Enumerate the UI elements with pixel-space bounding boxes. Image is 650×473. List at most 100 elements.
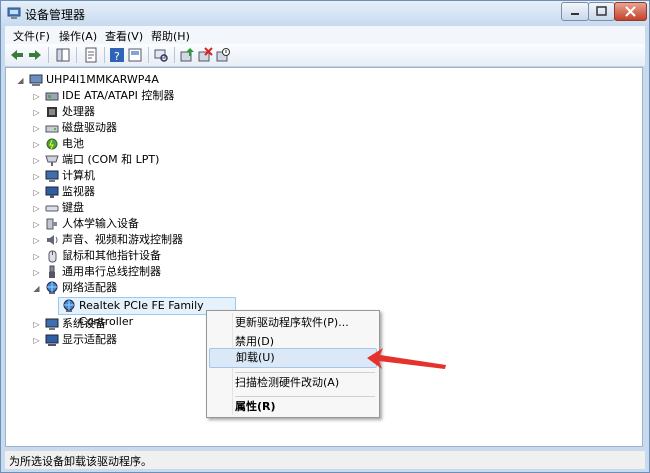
scan-icon[interactable]: [153, 47, 169, 63]
tree-category[interactable]: ▷ 计算机: [32, 168, 282, 184]
tree-category-expanded[interactable]: ◢ 网络适配器: [32, 280, 282, 296]
menu-help[interactable]: 帮助(H): [151, 28, 190, 44]
toolbar-separator: [174, 47, 175, 63]
tree-category[interactable]: ▷ 处理器: [32, 104, 282, 120]
tree-category[interactable]: ▷ 人体学输入设备: [32, 216, 282, 232]
annotation-arrow-icon: [367, 348, 446, 369]
status-bar: 为所选设备卸载该驱动程序。: [5, 450, 645, 469]
processor-icon: [47, 107, 57, 117]
device-manager-window: 设备管理器 文件(F) 操作(A) 查看(V) 帮助(H) ? ◢ UHP4I1…: [0, 0, 650, 473]
tree-category[interactable]: ▷ 键盘: [32, 200, 282, 216]
tree-category[interactable]: ▷ 系统设备: [32, 316, 182, 332]
minimize-icon: [571, 13, 579, 15]
collapse-arrow-icon[interactable]: ◢: [32, 284, 41, 293]
tree-category[interactable]: ▷ 显示适配器: [32, 332, 182, 348]
watermark-url: zhinan.sogou.com: [471, 429, 606, 444]
tree-category-label: 处理器: [62, 105, 95, 118]
expand-arrow-icon[interactable]: ▷: [32, 92, 41, 101]
battery-icon: [46, 138, 58, 150]
minimize-button[interactable]: [561, 2, 589, 21]
usb-icon: [49, 265, 55, 278]
menu-item-properties[interactable]: 属性(R): [209, 397, 377, 417]
expand-arrow-icon[interactable]: ▷: [32, 124, 41, 133]
disable-icon[interactable]: [215, 47, 231, 63]
maximize-icon: [596, 6, 607, 16]
expand-arrow-icon[interactable]: ▷: [32, 320, 41, 329]
toolbar: ?: [5, 44, 645, 67]
expand-arrow-icon[interactable]: ▷: [32, 172, 41, 181]
expand-arrow-icon[interactable]: ▷: [32, 140, 41, 149]
mouse-icon: [48, 250, 57, 263]
uninstall-icon[interactable]: [197, 47, 213, 63]
tree-category-label: 监视器: [62, 185, 95, 198]
help-icon[interactable]: ?: [109, 47, 125, 63]
tree-category-label: 电池: [62, 137, 84, 150]
close-icon: [625, 6, 636, 17]
tree-category-label: 鼠标和其他指针设备: [62, 249, 161, 262]
menu-action[interactable]: 操作(A): [59, 28, 97, 44]
tree-root[interactable]: ◢ UHP4I1MMKARWP4A: [16, 72, 316, 88]
tree-category[interactable]: ▷ 声音、视频和游戏控制器: [32, 232, 282, 248]
tree-category-label: 计算机: [62, 169, 95, 182]
system-device-icon: [45, 318, 59, 330]
update-driver-icon[interactable]: [179, 47, 195, 63]
disk-drive-icon: [45, 125, 59, 133]
tree-category[interactable]: ▷ 通用串行总线控制器: [32, 264, 282, 280]
expand-arrow-icon[interactable]: ▷: [32, 236, 41, 245]
menu-item-update-driver[interactable]: 更新驱动程序软件(P)...: [209, 313, 377, 333]
window-title: 设备管理器: [25, 8, 86, 22]
expand-arrow-icon[interactable]: ▷: [32, 108, 41, 117]
menu-item-scan[interactable]: 扫描检测硬件改动(A): [209, 373, 377, 393]
network-adapter-icon: [46, 281, 58, 294]
expand-arrow-icon[interactable]: ▷: [32, 220, 41, 229]
tree-category-label: IDE ATA/ATAPI 控制器: [62, 89, 175, 102]
computer-icon: [29, 74, 43, 86]
status-text: 为所选设备卸载该驱动程序。: [9, 455, 152, 468]
menu-item-uninstall[interactable]: 卸载(U): [209, 348, 377, 368]
expand-arrow-icon[interactable]: ▷: [32, 156, 41, 165]
keyboard-icon: [45, 205, 59, 212]
svg-text:S: S: [494, 398, 507, 419]
tree-root-label: UHP4I1MMKARWP4A: [46, 73, 159, 86]
title-bar[interactable]: 设备管理器: [1, 1, 649, 25]
display-adapter-icon: [45, 334, 59, 346]
tree-category-label: 显示适配器: [62, 333, 117, 346]
expand-arrow-icon[interactable]: ▷: [32, 268, 41, 277]
tree-category[interactable]: ▷ 端口 (COM 和 LPT): [32, 152, 282, 168]
view-icon[interactable]: [127, 47, 143, 63]
svg-text:?: ?: [114, 50, 120, 63]
tree-category[interactable]: ▷ IDE ATA/ATAPI 控制器: [32, 88, 282, 104]
tree-category-label: 通用串行总线控制器: [62, 265, 161, 278]
watermark-text: 搜狗指南: [519, 399, 623, 427]
maximize-button[interactable]: [588, 2, 615, 21]
expand-arrow-icon[interactable]: ▷: [32, 204, 41, 213]
expand-arrow-icon[interactable]: ▷: [32, 252, 41, 261]
network-adapter-icon: [63, 299, 75, 312]
collapse-arrow-icon[interactable]: ◢: [16, 76, 25, 85]
console-tree-icon[interactable]: [55, 47, 71, 63]
menu-file[interactable]: 文件(F): [13, 28, 50, 44]
tree-category[interactable]: ▷ 磁盘驱动器: [32, 120, 282, 136]
close-button[interactable]: [614, 2, 647, 21]
tree-category-label: 声音、视频和游戏控制器: [62, 233, 183, 246]
toolbar-separator: [76, 47, 77, 63]
toolbar-separator: [48, 47, 49, 63]
expand-arrow-icon[interactable]: ▷: [32, 188, 41, 197]
tree-category-label: 系统设备: [62, 317, 106, 330]
tree-category[interactable]: ▷ 电池: [32, 136, 282, 152]
tree-category-label: 端口 (COM 和 LPT): [62, 153, 160, 166]
tree-category-label: 人体学输入设备: [62, 217, 139, 230]
device-manager-icon: [7, 7, 21, 19]
ide-controller-icon: [45, 92, 59, 101]
toolbar-separator: [148, 47, 149, 63]
tree-category[interactable]: ▷ 监视器: [32, 184, 282, 200]
context-menu: 更新驱动程序软件(P)... 禁用(D) 卸载(U) 扫描检测硬件改动(A) 属…: [206, 310, 380, 418]
menu-bar: 文件(F) 操作(A) 查看(V) 帮助(H): [5, 26, 645, 45]
expand-arrow-icon[interactable]: ▷: [32, 336, 41, 345]
tree-category[interactable]: ▷ 鼠标和其他指针设备: [32, 248, 282, 264]
forward-icon[interactable]: [27, 47, 43, 63]
menu-view[interactable]: 查看(V): [105, 28, 143, 44]
back-icon[interactable]: [9, 47, 25, 63]
toolbar-separator: [104, 47, 105, 63]
properties-icon[interactable]: [83, 47, 99, 63]
